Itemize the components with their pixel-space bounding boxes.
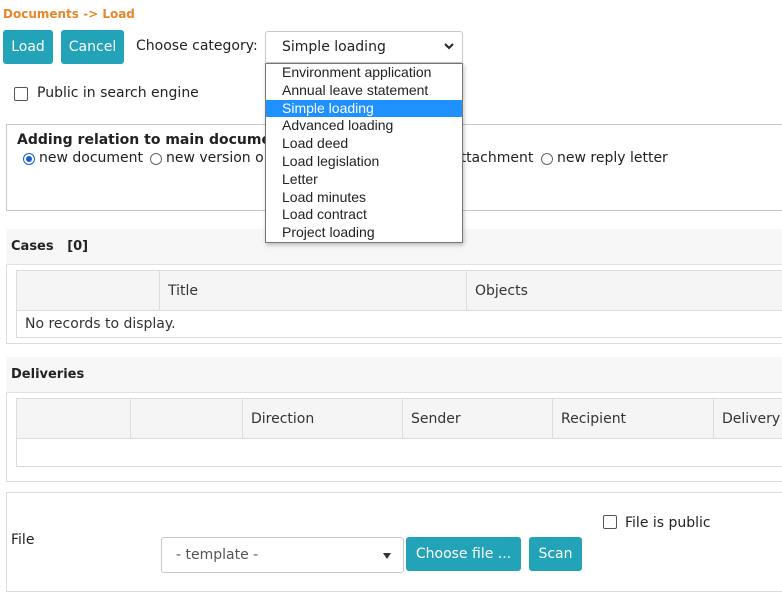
choose-file-button[interactable]: Choose file ... <box>406 537 521 571</box>
load-button[interactable]: Load <box>3 30 53 64</box>
cases-count: [0] <box>67 239 89 254</box>
category-option[interactable]: Environment application <box>266 64 462 82</box>
category-option[interactable]: Load contract <box>266 206 462 224</box>
deliveries-col-direction[interactable]: Direction <box>242 399 314 438</box>
deliveries-header <box>6 357 782 393</box>
cases-grid-header: Title Objects <box>17 271 782 311</box>
file-public-checkbox[interactable] <box>603 515 617 529</box>
breadcrumb: Documents -> Load <box>3 7 135 21</box>
category-option[interactable]: Load legislation <box>266 153 462 171</box>
category-option[interactable]: Load minutes <box>266 189 462 207</box>
radio-new-document[interactable] <box>23 153 35 165</box>
chevron-down-icon <box>444 43 454 50</box>
deliveries-grid: Direction Sender Recipient Delivery <box>16 398 782 467</box>
public-search-label: Public in search engine <box>37 85 199 101</box>
category-dropdown-list[interactable]: Environment application Annual leave stat… <box>265 63 463 243</box>
category-select-value: Simple loading <box>282 39 386 55</box>
category-option[interactable]: Simple loading <box>266 99 462 118</box>
radio-new-reply-letter[interactable] <box>541 153 553 165</box>
radio-label-new-version: new version o <box>166 150 264 166</box>
cancel-button[interactable]: Cancel <box>61 30 124 64</box>
caret-down-icon <box>383 553 391 559</box>
deliveries-grid-header: Direction Sender Recipient Delivery <box>17 399 782 439</box>
cases-title: Cases [0] <box>11 239 89 254</box>
category-option[interactable]: Advanced loading <box>266 117 462 135</box>
file-label: File <box>11 532 35 548</box>
cases-grid: Title Objects No records to display. <box>16 270 782 338</box>
deliveries-col-sender[interactable]: Sender <box>402 399 461 438</box>
deliveries-col-blank <box>130 399 139 438</box>
public-search-checkbox[interactable] <box>14 87 28 101</box>
cases-col-title[interactable]: Title <box>159 271 198 310</box>
radio-label-new-document: new document <box>39 150 144 166</box>
category-option[interactable]: Letter <box>266 171 462 189</box>
radio-label-attachment: attachment <box>452 150 534 166</box>
radio-new-version[interactable] <box>150 153 162 165</box>
category-label: Choose category: <box>136 38 258 54</box>
deliveries-title: Deliveries <box>11 367 85 382</box>
cases-empty-text: No records to display. <box>25 316 176 332</box>
scan-button[interactable]: Scan <box>529 537 582 571</box>
file-public-label: File is public <box>625 515 711 531</box>
deliveries-col-recipient[interactable]: Recipient <box>552 399 626 438</box>
category-select[interactable]: Simple loading <box>265 31 463 63</box>
deliveries-col-delivery[interactable]: Delivery <box>713 399 782 438</box>
template-select[interactable]: - template - <box>161 537 404 573</box>
category-option[interactable]: Annual leave statement <box>266 82 462 100</box>
category-option[interactable]: Load deed <box>266 135 462 153</box>
relation-title: Adding relation to main docume <box>17 132 271 148</box>
cases-col-objects[interactable]: Objects <box>466 271 782 310</box>
template-select-value: - template - <box>176 547 259 563</box>
radio-label-new-reply-letter: new reply letter <box>557 150 668 166</box>
category-option[interactable]: Project loading <box>266 224 462 242</box>
